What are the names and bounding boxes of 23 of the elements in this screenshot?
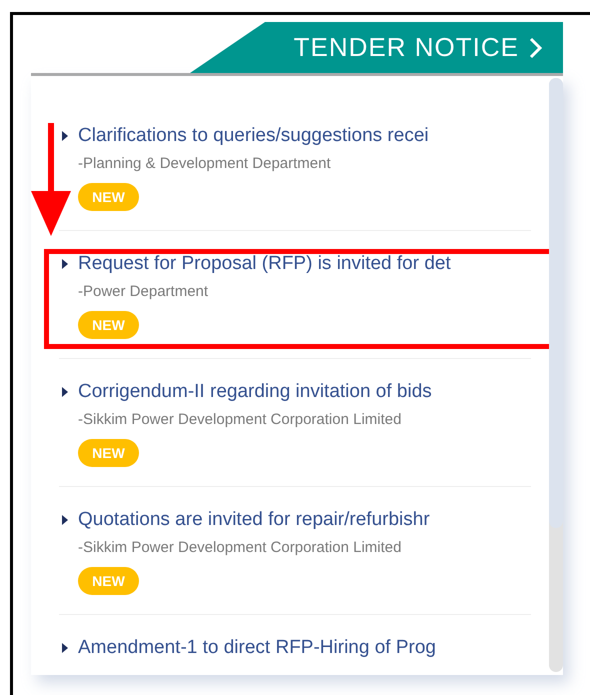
chevron-right-icon: [529, 36, 543, 58]
scrollbar[interactable]: [549, 78, 563, 672]
notice-link[interactable]: Quotations are invited for repair/refurbishr: [78, 509, 430, 531]
notice-link[interactable]: Corrigendum-II regarding invitation of bids: [78, 381, 432, 403]
bullet-triangle-icon: [62, 515, 68, 525]
scrollbar-thumb[interactable]: [549, 78, 563, 528]
department-name: -Power Department: [78, 282, 210, 302]
department-name: -Planning & Development Department: [78, 154, 332, 174]
new-badge: NEW: [78, 567, 139, 595]
new-badge: NEW: [78, 311, 139, 339]
bullet-triangle-icon: [62, 387, 68, 397]
bullet-triangle-icon: [62, 643, 68, 653]
notice-link[interactable]: Request for Proposal (RFP) is invited for det: [78, 253, 451, 275]
new-badge: NEW: [78, 439, 139, 467]
header-banner[interactable]: TENDER NOTICE: [190, 22, 563, 73]
notice-link[interactable]: Clarifications to queries/suggestions recei: [78, 125, 429, 147]
department-name: -Sikkim Power Development Corporation Limited: [78, 410, 402, 430]
bullet-triangle-icon: [62, 259, 68, 269]
header-title[interactable]: TENDER NOTICE: [294, 32, 519, 63]
notice-link[interactable]: Amendment-1 to direct RFP-Hiring of Prog: [78, 637, 436, 659]
new-badge: NEW: [78, 183, 139, 211]
department-name: -Sikkim Power Development Corporation Limited: [78, 538, 402, 558]
bullet-triangle-icon: [62, 131, 68, 141]
